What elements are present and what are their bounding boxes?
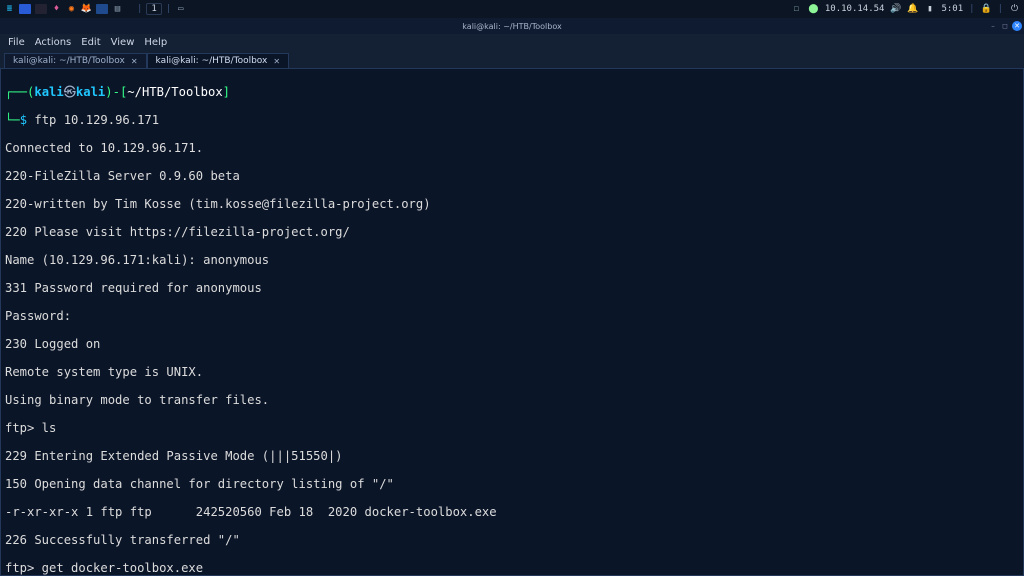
workspace-indicator[interactable]: 1 bbox=[146, 3, 161, 15]
battery-icon[interactable]: ▮ bbox=[924, 4, 935, 15]
terminal-tab[interactable]: kali@kali: ~/HTB/Toolbox ✕ bbox=[147, 53, 290, 68]
prompt-user: kali bbox=[34, 85, 63, 99]
terminal-line: Name (10.129.96.171:kali): anonymous bbox=[5, 253, 1019, 267]
terminal-tab-bar: kali@kali: ~/HTB/Toolbox ✕ kali@kali: ~/… bbox=[0, 50, 1024, 68]
screenshot-tray-icon[interactable]: ☐ bbox=[791, 4, 802, 15]
terminal-line: Using binary mode to transfer files. bbox=[5, 393, 1019, 407]
menu-actions[interactable]: Actions bbox=[35, 37, 72, 48]
panel-divider: | bbox=[969, 4, 974, 14]
show-desktop-icon[interactable]: ▭ bbox=[175, 4, 186, 15]
prompt-line2-lead: └─ bbox=[5, 113, 20, 127]
files-icon[interactable] bbox=[19, 4, 31, 14]
terminal-line: ftp> ls bbox=[5, 421, 1019, 435]
terminal-line: Connected to 10.129.96.171. bbox=[5, 141, 1019, 155]
workspace-icon[interactable]: ▤ bbox=[112, 4, 123, 15]
terminal-line: 220-written by Tim Kosse (tim.kosse@file… bbox=[5, 197, 1019, 211]
terminal-line: 220 Please visit https://filezilla-proje… bbox=[5, 225, 1019, 239]
terminal-line: 226 Successfully transferred "/" bbox=[5, 533, 1019, 547]
prompt-rparen: )-[ bbox=[105, 85, 127, 99]
lock-icon[interactable]: 🔒 bbox=[981, 4, 992, 15]
terminal-line: -r-xr-xr-x 1 ftp ftp 242520560 Feb 18 20… bbox=[5, 505, 1019, 519]
terminal-line: 230 Logged on bbox=[5, 337, 1019, 351]
terminal-line: Password: bbox=[5, 309, 1019, 323]
prompt-cwd: ~/HTB/Toolbox bbox=[127, 85, 222, 99]
window-maximize-button[interactable]: ◻ bbox=[1000, 21, 1010, 31]
prompt-host: kali bbox=[76, 85, 105, 99]
terminal-line: Remote system type is UNIX. bbox=[5, 365, 1019, 379]
terminal-menu-bar: File Actions Edit View Help bbox=[0, 34, 1024, 50]
terminal-line: ftp> get docker-toolbox.exe bbox=[5, 561, 1019, 575]
terminal-output[interactable]: ┌──(kali㉿kali)-[~/HTB/Toolbox] └─$ ftp 1… bbox=[0, 68, 1024, 576]
volume-icon[interactable]: 🔊 bbox=[890, 4, 901, 15]
terminal-tab[interactable]: kali@kali: ~/HTB/Toolbox ✕ bbox=[4, 53, 147, 68]
command-text: ftp 10.129.96.171 bbox=[34, 113, 159, 127]
terminal-icon[interactable] bbox=[35, 4, 47, 14]
clock[interactable]: 5:01 bbox=[941, 4, 963, 14]
prompt-lparen: ┌──( bbox=[5, 85, 34, 99]
terminal-line: 150 Opening data channel for directory l… bbox=[5, 477, 1019, 491]
window-title: kali@kali: ~/HTB/Toolbox bbox=[462, 22, 561, 31]
burp-icon[interactable]: ◉ bbox=[66, 4, 77, 15]
menu-help[interactable]: Help bbox=[144, 37, 167, 48]
desktop-top-panel: ≡ ♦ ◉ 🦊 ▤ | 1 | ▭ ☐ ⬤ 10.10.14.54 🔊 🔔 ▮ … bbox=[0, 0, 1024, 18]
tab-label: kali@kali: ~/HTB/Toolbox bbox=[13, 56, 125, 66]
window-close-button[interactable]: ✕ bbox=[1012, 21, 1022, 31]
power-icon[interactable]: ⏻ bbox=[1009, 4, 1020, 15]
tab-label: kali@kali: ~/HTB/Toolbox bbox=[156, 56, 268, 66]
kali-menu-icon[interactable]: ≡ bbox=[4, 4, 15, 15]
prompt-rbracket: ] bbox=[223, 85, 230, 99]
menu-edit[interactable]: Edit bbox=[81, 37, 100, 48]
menu-file[interactable]: File bbox=[8, 37, 25, 48]
firefox-icon[interactable]: 🦊 bbox=[81, 4, 92, 15]
editor-icon[interactable]: ♦ bbox=[51, 4, 62, 15]
prompt-dollar: $ bbox=[20, 113, 35, 127]
vpn-ip: 10.10.14.54 bbox=[825, 4, 885, 14]
prompt-at: ㉿ bbox=[64, 85, 76, 99]
notifications-icon[interactable]: 🔔 bbox=[907, 4, 918, 15]
menu-view[interactable]: View bbox=[111, 37, 135, 48]
panel-divider: | bbox=[137, 4, 142, 14]
panel-divider: | bbox=[166, 4, 171, 14]
window-title-bar: kali@kali: ~/HTB/Toolbox – ◻ ✕ bbox=[0, 18, 1024, 34]
tab-close-icon[interactable]: ✕ bbox=[273, 57, 280, 66]
panel-divider: | bbox=[998, 4, 1003, 14]
terminal-line: 331 Password required for anonymous bbox=[5, 281, 1019, 295]
window-minimize-button[interactable]: – bbox=[988, 21, 998, 31]
terminal-line: 220-FileZilla Server 0.9.60 beta bbox=[5, 169, 1019, 183]
terminal-line: 229 Entering Extended Passive Mode (|||5… bbox=[5, 449, 1019, 463]
tab-close-icon[interactable]: ✕ bbox=[131, 57, 138, 66]
code-icon[interactable] bbox=[96, 4, 108, 14]
vpn-status-icon[interactable]: ⬤ bbox=[808, 4, 819, 15]
